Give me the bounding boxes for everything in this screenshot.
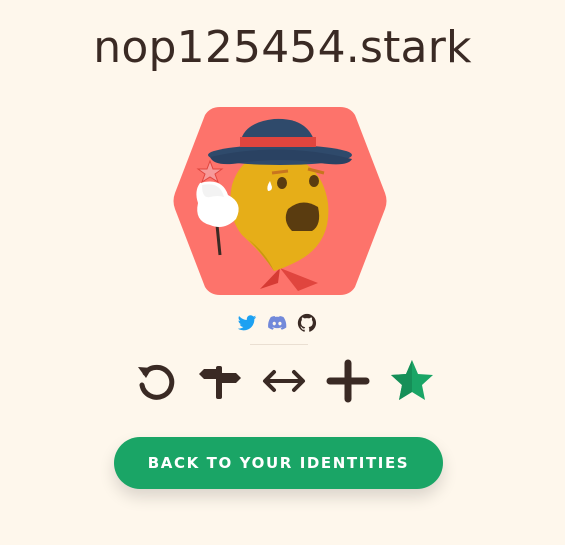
github-icon[interactable] — [296, 312, 318, 334]
star-icon[interactable] — [388, 357, 436, 405]
identity-title: nop125454.stark — [93, 22, 472, 73]
twitter-icon[interactable] — [236, 312, 258, 334]
divider — [250, 344, 308, 345]
discord-icon[interactable] — [266, 312, 288, 334]
identity-actions — [132, 357, 436, 405]
identity-avatar — [170, 103, 390, 299]
social-links — [236, 311, 326, 335]
refresh-icon[interactable] — [132, 357, 180, 405]
plus-icon[interactable] — [324, 357, 372, 405]
back-to-identities-button[interactable]: BACK TO YOUR IDENTITIES — [114, 437, 443, 489]
transfer-icon[interactable] — [260, 357, 308, 405]
signpost-icon[interactable] — [196, 357, 244, 405]
